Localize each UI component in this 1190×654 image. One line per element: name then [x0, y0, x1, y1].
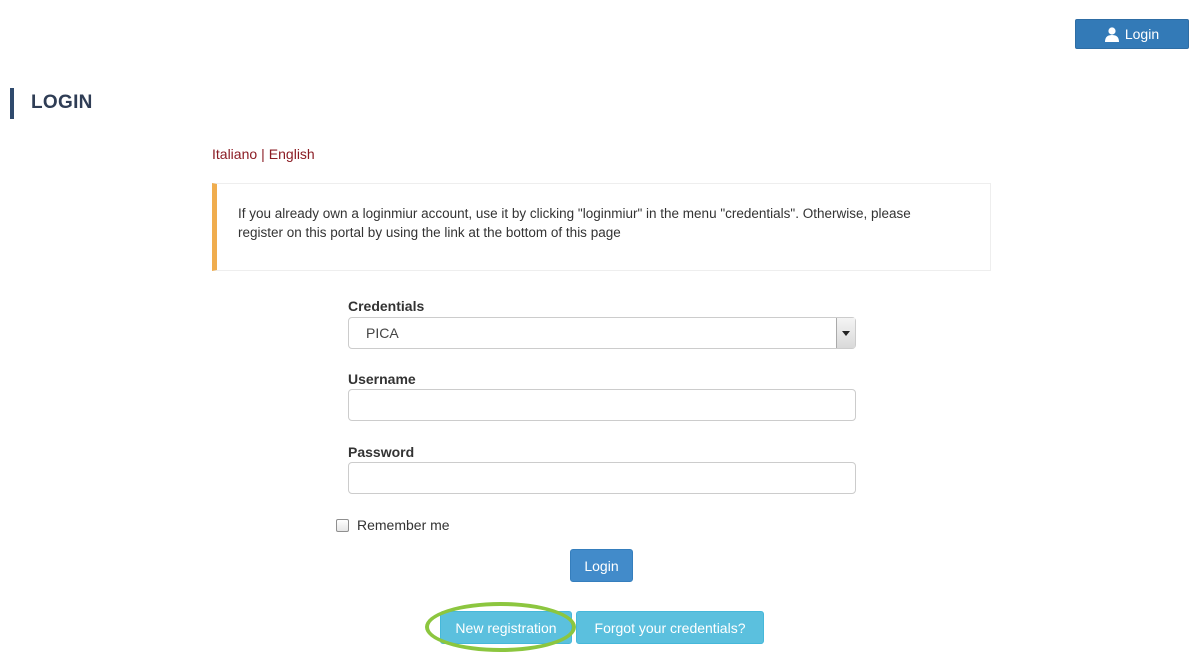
header-login-button[interactable]: Login	[1075, 19, 1189, 49]
language-italian-link[interactable]: Italiano	[212, 146, 257, 162]
user-icon	[1104, 26, 1119, 42]
credentials-label: Credentials	[348, 298, 425, 314]
password-label: Password	[348, 444, 415, 460]
header-login-label: Login	[1124, 26, 1160, 42]
username-input[interactable]	[348, 389, 856, 421]
forgot-credentials-label: Forgot your credentials?	[594, 619, 746, 636]
chevron-down-icon[interactable]	[836, 318, 855, 348]
forgot-credentials-button[interactable]: Forgot your credentials?	[576, 611, 764, 644]
username-label: Username	[348, 371, 416, 387]
title-accent-bar	[10, 88, 14, 119]
remember-me-row: Remember me	[336, 517, 450, 533]
language-switcher: Italiano | English	[212, 146, 315, 162]
new-registration-label: New registration	[455, 619, 557, 636]
credentials-select[interactable]: PICA	[348, 317, 856, 349]
credentials-selected-value: PICA	[366, 325, 399, 341]
remember-me-checkbox[interactable]	[336, 518, 349, 532]
login-button[interactable]: Login	[570, 549, 633, 582]
language-english-link[interactable]: English	[269, 146, 315, 162]
page-title: LOGIN	[31, 92, 93, 113]
notice-text: If you already own a loginmiur account, …	[238, 206, 911, 240]
remember-me-label: Remember me	[357, 517, 450, 533]
new-registration-button[interactable]: New registration	[440, 611, 572, 644]
login-button-label: Login	[584, 557, 619, 574]
info-notice: If you already own a loginmiur account, …	[212, 183, 991, 271]
password-input[interactable]	[348, 462, 856, 494]
language-separator: |	[261, 146, 265, 162]
